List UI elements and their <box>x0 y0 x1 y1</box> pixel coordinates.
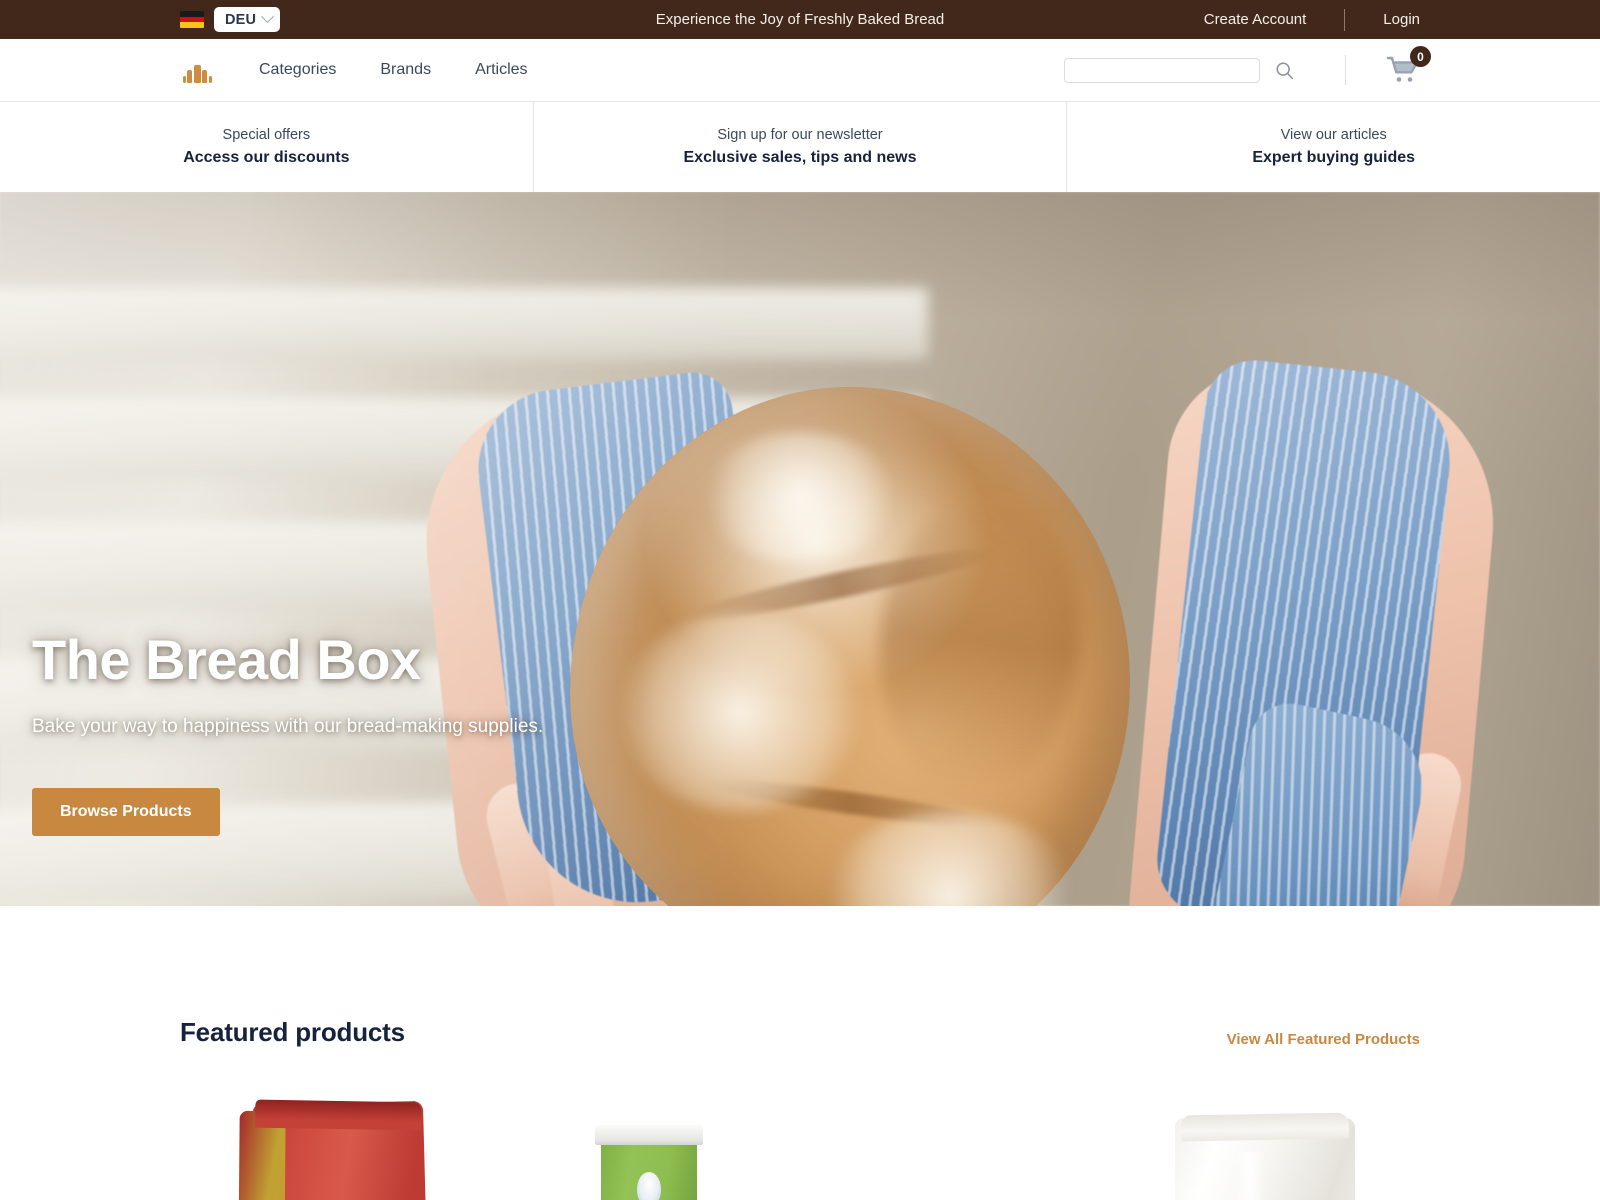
hero-banner: The Bread Box Bake your way to happiness… <box>0 192 1600 906</box>
nav-item-categories[interactable]: Categories <box>259 61 336 79</box>
empty-product-slot <box>855 1096 1055 1200</box>
search-icon <box>1276 61 1294 79</box>
promo-subtitle: Sign up for our newsletter <box>717 127 883 143</box>
cart-count-badge: 0 <box>1410 46 1431 67</box>
page-title: Featured products <box>180 1017 405 1047</box>
divider <box>1344 8 1346 31</box>
hero-title: The Bread Box <box>32 628 421 691</box>
promo-band: Special offers Access our discounts Sign… <box>0 102 1600 192</box>
promo-card-articles[interactable]: View our articles Expert buying guides <box>1066 102 1600 192</box>
divider <box>1345 55 1346 85</box>
search-input[interactable] <box>1064 57 1260 83</box>
nav-item-articles[interactable]: Articles <box>475 61 527 79</box>
promo-card-newsletter[interactable]: Sign up for our newsletter Exclusive sal… <box>532 102 1067 192</box>
nav-item-brands[interactable]: Brands <box>380 61 431 79</box>
hero-subtitle: Bake your way to happiness with our brea… <box>32 716 544 738</box>
promo-title: Exclusive sales, tips and news <box>683 149 917 166</box>
main-navigation: Categories Brands Articles <box>259 61 528 79</box>
language-select[interactable]: DEU <box>214 7 281 32</box>
promo-title: Access our discounts <box>183 149 350 166</box>
promo-title: Expert buying guides <box>1252 149 1416 166</box>
product-card[interactable] <box>180 1096 490 1200</box>
product-card[interactable] <box>490 1096 800 1200</box>
login-link[interactable]: Login <box>1383 11 1420 28</box>
header-actions: 0 <box>1064 46 1431 85</box>
promo-subtitle: View our articles <box>1280 127 1387 143</box>
croissant-logo-icon[interactable] <box>180 57 214 83</box>
chevron-down-icon <box>261 10 275 24</box>
promo-card-special-offers[interactable]: Special offers Access our discounts <box>0 102 533 192</box>
language-code: DEU <box>225 11 257 28</box>
browse-products-button[interactable]: Browse Products <box>32 787 220 836</box>
featured-products-section: Featured products View All Featured Prod… <box>0 906 1600 1200</box>
cart-button[interactable]: 0 <box>1386 46 1431 85</box>
promo-subtitle: Special offers <box>222 127 311 143</box>
top-utility-bar: DEU Experience the Joy of Freshly Baked … <box>0 0 1600 39</box>
site-header: Categories Brands Articles 0 <box>0 39 1600 102</box>
green-tub-product-image <box>545 1096 745 1200</box>
featured-product-grid <box>180 1096 1420 1200</box>
language-selector-group: DEU <box>0 7 281 32</box>
red-bag-product-image <box>235 1096 435 1200</box>
account-links: Create Account Login <box>1204 8 1600 31</box>
product-card[interactable] <box>1110 1096 1420 1200</box>
view-all-featured-products-link[interactable]: View All Featured Products <box>1227 1031 1420 1048</box>
create-account-link[interactable]: Create Account <box>1204 11 1307 28</box>
search-button[interactable] <box>1270 56 1299 85</box>
white-flour-bag-product-image <box>1165 1096 1365 1200</box>
hero-content: The Bread Box Bake your way to happiness… <box>32 630 552 836</box>
german-flag-icon <box>180 11 204 28</box>
product-card[interactable] <box>800 1096 1110 1200</box>
featured-header: Featured products View All Featured Prod… <box>180 906 1420 1048</box>
